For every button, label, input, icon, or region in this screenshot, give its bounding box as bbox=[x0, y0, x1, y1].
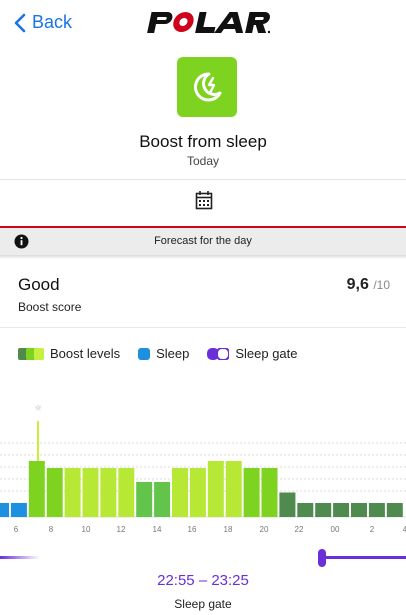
chevron-left-icon bbox=[14, 13, 26, 32]
legend-sleep-gate-label: Sleep gate bbox=[235, 346, 298, 361]
sunrise-icon: ☼ bbox=[34, 404, 42, 414]
sleep-icon bbox=[138, 347, 151, 360]
boost-bar bbox=[136, 482, 153, 517]
boost-bar bbox=[0, 503, 9, 517]
divider bbox=[0, 327, 406, 328]
boost-bar bbox=[333, 503, 350, 517]
boost-from-sleep-icon bbox=[177, 57, 237, 117]
x-tick-label: 10 bbox=[82, 525, 91, 534]
boost-score: 9,6 /10 bbox=[347, 276, 390, 294]
x-tick-label: 16 bbox=[188, 525, 197, 534]
boost-bar bbox=[386, 503, 403, 517]
moon-bolt-icon bbox=[193, 72, 222, 102]
timeline-right-segment bbox=[322, 556, 406, 559]
boost-bar bbox=[279, 492, 296, 517]
x-tick-label: 20 bbox=[260, 525, 269, 534]
boost-levels-icon bbox=[18, 347, 44, 360]
x-tick-label: 22 bbox=[295, 525, 304, 534]
x-tick-label: 6 bbox=[14, 525, 19, 534]
boost-bar bbox=[225, 461, 242, 517]
forecast-bar: Forecast for the day bbox=[0, 228, 406, 255]
top-bar: Back bbox=[0, 0, 406, 50]
legend-sleep-gate: Sleep gate bbox=[207, 346, 298, 361]
boost-bar bbox=[64, 468, 81, 517]
boost-chart: ☼6 8 10 12 14 16 18 20 22 00 2 4 bbox=[0, 404, 406, 534]
boost-bar bbox=[189, 468, 206, 517]
forecast-label: Forecast for the day bbox=[154, 235, 252, 247]
boost-bar bbox=[297, 503, 314, 517]
calendar-icon[interactable] bbox=[195, 190, 213, 210]
x-tick-label: 8 bbox=[49, 525, 54, 534]
boost-score-label: Boost score bbox=[18, 300, 82, 314]
boost-bar bbox=[154, 482, 171, 517]
legend-sleep-label: Sleep bbox=[156, 346, 190, 361]
back-label: Back bbox=[32, 12, 73, 32]
boost-bar bbox=[207, 461, 224, 517]
boost-bar bbox=[28, 461, 45, 517]
x-tick-label: 18 bbox=[224, 525, 233, 534]
boost-bar bbox=[172, 468, 188, 517]
x-tick-label: 12 bbox=[117, 525, 126, 534]
boost-bar bbox=[82, 468, 99, 517]
boost-bar bbox=[368, 503, 385, 517]
back-button[interactable]: Back bbox=[14, 12, 72, 33]
shadow bbox=[0, 255, 406, 259]
timeline-left-segment bbox=[0, 556, 40, 559]
boost-score-max: /10 bbox=[373, 278, 390, 292]
x-tick-label: 2 bbox=[370, 525, 375, 534]
legend-boost-levels: Boost levels bbox=[18, 346, 120, 361]
boost-bar bbox=[261, 468, 278, 517]
boost-bar bbox=[315, 503, 332, 517]
sleep-gate-handle[interactable] bbox=[318, 549, 326, 567]
page-subtitle: Today bbox=[186, 154, 220, 168]
boost-bar bbox=[118, 468, 135, 517]
boost-bar bbox=[351, 503, 367, 517]
chart-legend: Boost levels Sleep Sleep gate bbox=[18, 346, 316, 361]
boost-bar bbox=[10, 503, 27, 517]
legend-boost-levels-label: Boost levels bbox=[50, 346, 121, 361]
boost-score-value: 9,6 bbox=[346, 276, 369, 293]
sleep-gate-time: 22:55 – 23:25 bbox=[157, 572, 249, 589]
x-tick-label: 00 bbox=[331, 525, 340, 534]
page-title: Boost from sleep bbox=[139, 132, 267, 151]
sleep-gate-timeline bbox=[0, 549, 406, 567]
boost-bar bbox=[243, 468, 260, 517]
legend-sleep: Sleep bbox=[138, 346, 189, 361]
boost-bar bbox=[100, 468, 117, 517]
divider bbox=[0, 179, 406, 180]
sleep-gate-label: Sleep gate bbox=[174, 597, 232, 611]
x-tick-label: 14 bbox=[153, 525, 162, 534]
polar-logo bbox=[147, 11, 270, 34]
boost-bar bbox=[46, 468, 63, 517]
sleep-gate-icon bbox=[207, 347, 230, 360]
boost-rating: Good bbox=[18, 275, 60, 294]
